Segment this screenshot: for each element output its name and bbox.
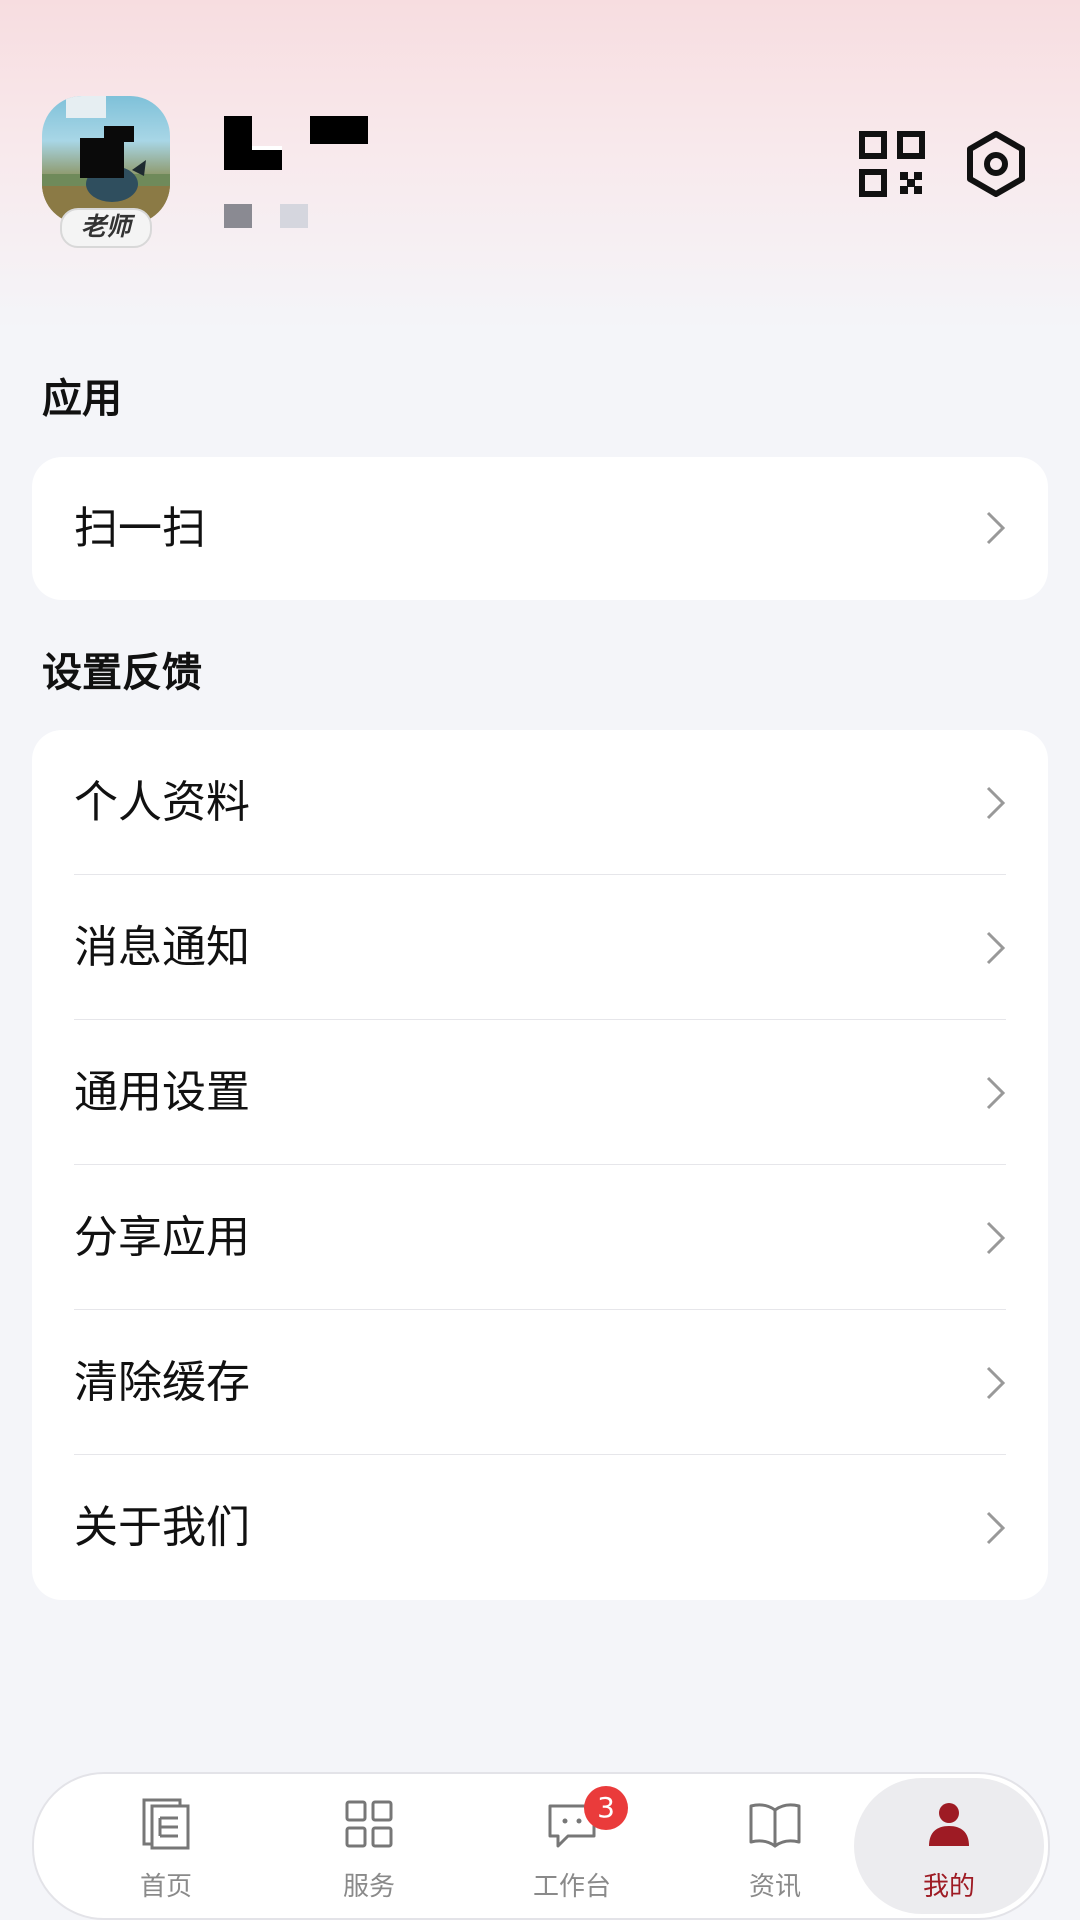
- teacher-role-badge: 老师: [60, 208, 152, 248]
- menu-item-label: 清除缓存: [74, 1357, 250, 1408]
- chevron-right-icon: [986, 931, 1006, 965]
- open-book-icon: [749, 1803, 801, 1848]
- person-icon: [929, 1803, 969, 1846]
- section-title-settings: 设置反馈: [42, 650, 202, 696]
- menu-item-label: 关于我们: [74, 1502, 250, 1553]
- chevron-right-icon: [986, 786, 1006, 820]
- menu-item-label: 个人资料: [74, 777, 250, 828]
- chevron-right-icon: [986, 511, 1006, 545]
- redacted-username: [224, 116, 374, 176]
- menu-item-label: 消息通知: [74, 922, 250, 973]
- menu-item-label: 通用设置: [74, 1067, 250, 1118]
- tab-news[interactable]: 资讯: [675, 1774, 875, 1918]
- redacted-subtitle: [224, 204, 314, 230]
- menu-item-scan[interactable]: 扫一扫: [32, 457, 1048, 600]
- apps-card: 扫一扫: [32, 457, 1048, 600]
- tab-mine[interactable]: 我的: [849, 1774, 1049, 1918]
- tab-label: 服务: [342, 1872, 395, 1902]
- home-document-icon: [142, 1798, 190, 1850]
- settings-card: 个人资料 消息通知 通用设置 分享应用 清除缓存 关于我们: [32, 730, 1048, 1600]
- tab-workbench[interactable]: 3 工作台: [472, 1774, 672, 1918]
- menu-item-profile[interactable]: 个人资料: [32, 730, 1048, 875]
- menu-item-label: 扫一扫: [74, 503, 206, 554]
- chevron-right-icon: [986, 1366, 1006, 1400]
- tab-label: 工作台: [532, 1872, 611, 1902]
- menu-item-notifications[interactable]: 消息通知: [32, 875, 1048, 1020]
- avatar[interactable]: [42, 96, 170, 224]
- menu-item-general-settings[interactable]: 通用设置: [32, 1020, 1048, 1165]
- grid-icon: [345, 1800, 393, 1848]
- qr-code-icon[interactable]: [858, 130, 926, 198]
- profile-avatar-container[interactable]: 老师: [42, 96, 172, 256]
- menu-item-label: 分享应用: [74, 1212, 250, 1263]
- chevron-right-icon: [986, 1511, 1006, 1545]
- tab-label: 资讯: [748, 1872, 801, 1902]
- tab-services[interactable]: 服务: [269, 1774, 469, 1918]
- bottom-tab-bar: 首页 服务 3 工作台 资讯 我的: [32, 1772, 1050, 1920]
- tab-label: 首页: [139, 1872, 192, 1902]
- tab-home[interactable]: 首页: [66, 1774, 266, 1918]
- menu-item-clear-cache[interactable]: 清除缓存: [32, 1310, 1048, 1455]
- avatar-image: [42, 96, 170, 224]
- chevron-right-icon: [986, 1221, 1006, 1255]
- tab-label: 我的: [922, 1872, 975, 1902]
- chevron-right-icon: [986, 1076, 1006, 1110]
- notification-badge: 3: [584, 1786, 628, 1830]
- menu-item-share-app[interactable]: 分享应用: [32, 1165, 1048, 1310]
- section-title-apps: 应用: [42, 376, 122, 422]
- menu-item-about-us[interactable]: 关于我们: [32, 1455, 1048, 1600]
- settings-hexagon-icon[interactable]: [962, 130, 1030, 198]
